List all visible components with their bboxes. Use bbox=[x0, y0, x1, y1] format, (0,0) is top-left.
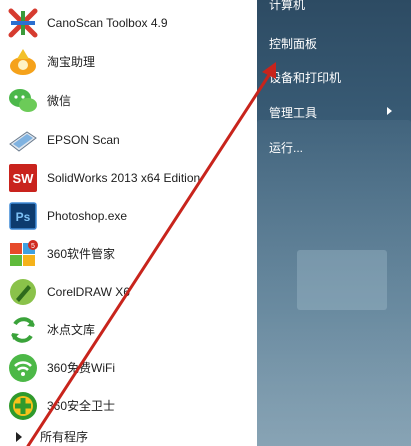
submenu-arrow-icon bbox=[387, 107, 392, 115]
program-label: 360免费WiFi bbox=[47, 361, 116, 375]
start-menu-right-pane: 计算机 控制面板 设备和打印机 管理工具 运行... bbox=[257, 0, 411, 446]
program-label: 360软件管家 bbox=[47, 247, 116, 261]
solidworks-icon: SW bbox=[9, 164, 37, 192]
program-label: 冰点文库 bbox=[47, 323, 96, 337]
program-label: EPSON Scan bbox=[47, 133, 120, 147]
bingdian-wenku-icon bbox=[11, 317, 35, 343]
all-programs-button[interactable]: 所有程序 bbox=[0, 424, 257, 446]
program-label: CorelDRAW X6 bbox=[47, 285, 130, 299]
run-item[interactable]: 运行... bbox=[269, 139, 303, 156]
program-item-photoshop[interactable]: Ps Photoshop.exe bbox=[0, 198, 257, 234]
program-item-wechat[interactable]: 微信 bbox=[0, 83, 257, 119]
admin-tools-item[interactable]: 管理工具 bbox=[269, 104, 317, 121]
coreldraw-icon bbox=[10, 279, 36, 305]
wechat-icon bbox=[9, 89, 37, 112]
program-label: CanoScan Toolbox 4.9 bbox=[47, 16, 168, 30]
program-item-360-security[interactable]: 360安全卫士 bbox=[0, 388, 257, 424]
control-panel-item[interactable]: 控制面板 bbox=[269, 35, 317, 52]
program-item-solidworks[interactable]: SW SolidWorks 2013 x64 Edition bbox=[0, 160, 257, 196]
program-item-canoscan[interactable]: CanoScan Toolbox 4.9 bbox=[0, 5, 257, 41]
program-item-bingdian-wenku[interactable]: 冰点文库 bbox=[0, 312, 257, 348]
program-item-epson-scan[interactable]: EPSON Scan bbox=[0, 122, 257, 158]
360-wifi-icon bbox=[9, 354, 37, 382]
program-label: Photoshop.exe bbox=[47, 209, 128, 223]
taobao-helper-icon bbox=[10, 49, 36, 75]
program-label: 360安全卫士 bbox=[47, 399, 116, 413]
program-label: 淘宝助理 bbox=[47, 55, 96, 69]
photoshop-icon: Ps bbox=[9, 202, 37, 230]
svg-text:Ps: Ps bbox=[16, 210, 31, 224]
360-security-icon bbox=[9, 392, 37, 420]
arrow-right-icon bbox=[16, 432, 22, 442]
canoscan-icon bbox=[8, 8, 38, 38]
blurred-background bbox=[297, 250, 387, 310]
program-label: SolidWorks 2013 x64 Edition bbox=[47, 171, 201, 185]
program-item-coreldraw[interactable]: CorelDRAW X6 bbox=[0, 274, 257, 310]
program-item-360-wifi[interactable]: 360免费WiFi bbox=[0, 350, 257, 386]
360-software-manager-icon: 5 bbox=[10, 240, 38, 266]
computer-item[interactable]: 计算机 bbox=[269, 0, 305, 13]
program-item-360-software-manager[interactable]: 5 360软件管家 bbox=[0, 236, 257, 272]
start-menu-program-list: CanoScan Toolbox 4.9 淘宝助理 微信 EPSON Scan … bbox=[0, 0, 257, 446]
all-programs-label: 所有程序 bbox=[40, 430, 89, 444]
devices-printers-item[interactable]: 设备和打印机 bbox=[269, 69, 341, 86]
program-label: 微信 bbox=[47, 94, 72, 108]
svg-text:5: 5 bbox=[31, 243, 35, 250]
program-item-taobao-helper[interactable]: 淘宝助理 bbox=[0, 44, 257, 80]
svg-text:SW: SW bbox=[13, 171, 35, 186]
epson-scan-icon bbox=[9, 131, 37, 152]
